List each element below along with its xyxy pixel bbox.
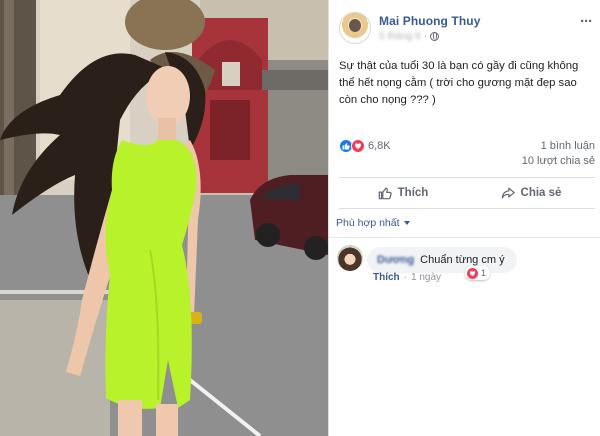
comment-sort-dropdown[interactable]: Phù hợp nhất [336, 217, 410, 229]
love-reaction-icon [467, 267, 478, 279]
comment-footer: Thích · 1 ngày [373, 272, 441, 283]
author-name[interactable]: Mai Phuong Thuy [379, 14, 481, 28]
globe-icon [430, 32, 440, 41]
reactions-summary[interactable]: 6,8K [339, 139, 391, 153]
comment-reaction-count: 1 [481, 268, 487, 278]
sort-label: Phù hợp nhất [336, 217, 400, 229]
dot-separator: · [403, 272, 408, 283]
photo-scene [0, 0, 328, 436]
post-stats: 6,8K 1 bình luận 10 lượt chia sẻ [339, 138, 595, 174]
share-arrow-icon [501, 187, 515, 199]
post-photo[interactable] [0, 0, 328, 436]
comment-text: Chuẩn từng cm ý [420, 254, 505, 266]
like-button-label: Thích [397, 187, 429, 199]
shares-count-link[interactable]: 10 lượt chia sẻ [522, 155, 595, 167]
comment-reaction-badge[interactable]: 1 [465, 266, 491, 280]
reaction-count: 6,8K [368, 140, 391, 152]
commenter-name[interactable]: Dương [377, 254, 414, 266]
post-text: Sự thật của tuổi 30 là bạn có gầy đi cũn… [339, 60, 579, 106]
share-button-label: Chia sẻ [520, 187, 562, 199]
author-avatar[interactable] [339, 12, 371, 44]
comment-like-link[interactable]: Thích [373, 272, 400, 283]
post-actions: Thích Chia sẻ [339, 177, 595, 209]
commenter-avatar[interactable] [337, 245, 363, 271]
post-header: Mai Phuong Thuy 5 tháng 6 · ··· [339, 12, 594, 46]
like-button[interactable]: Thích [339, 178, 467, 208]
love-reaction-icon [351, 139, 365, 153]
chevron-down-icon [403, 221, 410, 225]
divider [329, 237, 600, 238]
comment-bubble: Dương Chuẩn từng cm ý [367, 247, 517, 273]
comments-count-link[interactable]: 1 bình luận [541, 140, 595, 152]
post-timestamp[interactable]: 5 tháng 6 [379, 31, 421, 42]
post-panel: Mai Phuong Thuy 5 tháng 6 · ··· Sự thật … [329, 0, 600, 436]
share-button[interactable]: Chia sẻ [467, 178, 595, 208]
thumbs-up-icon [378, 187, 392, 200]
more-options-icon[interactable]: ··· [580, 13, 593, 30]
comment-timestamp[interactable]: 1 ngày [411, 272, 441, 283]
dot-separator: · [423, 31, 428, 42]
post-meta: 5 tháng 6 · [379, 31, 440, 42]
